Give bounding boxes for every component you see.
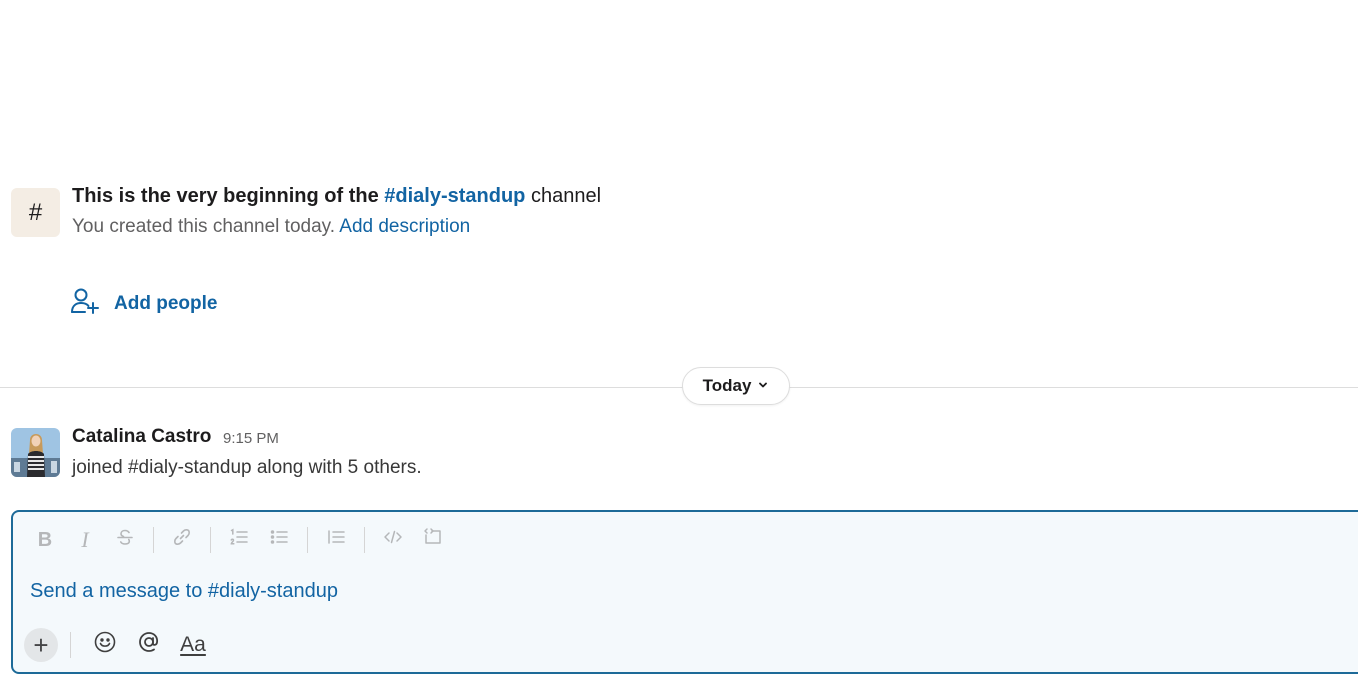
composer-actions-divider [70,632,71,658]
attach-button[interactable]: + [24,628,58,662]
link-icon [172,527,192,553]
italic-button[interactable]: I [65,524,105,556]
channel-intro-subtitle: You created this channel today. Add desc… [72,216,470,238]
strikethrough-button[interactable] [105,524,145,556]
add-user-icon [70,286,100,322]
strikethrough-icon [115,527,135,553]
date-divider-line [0,387,1358,388]
intro-title-suffix: channel [530,185,602,207]
ordered-list-button[interactable] [219,524,259,556]
toolbar-divider [307,527,308,553]
channel-link[interactable]: #dialy-standup [384,185,525,207]
code-icon [383,527,403,553]
formatting-toolbar: B I [25,524,453,556]
message-input[interactable]: Send a message to #dialy-standup [30,580,338,603]
smile-icon [93,630,117,660]
channel-view: # This is the very beginning of the #dia… [0,0,1358,674]
toolbar-divider [153,527,154,553]
composer-actions: + Aa [24,628,215,662]
bulleted-list-icon [269,527,289,553]
message-text: joined #dialy-standup along with 5 other… [72,457,422,478]
message-timestamp[interactable]: 9:15 PM [223,430,279,447]
code-block-button[interactable] [413,524,453,556]
add-people-label: Add people [114,293,218,314]
add-people-button[interactable]: Add people [70,286,217,322]
bold-button[interactable]: B [25,524,65,556]
blockquote-button[interactable] [316,524,356,556]
message-composer: B I Send a message to #dialy-standup + A… [11,510,1358,674]
code-block-icon [423,527,443,553]
message-author[interactable]: Catalina Castro [72,426,211,448]
add-description-link[interactable]: Add description [339,216,470,237]
blockquote-icon [326,527,346,553]
emoji-button[interactable] [83,628,127,662]
intro-title-prefix: This is the very beginning of the [72,185,379,207]
mention-button[interactable] [127,628,171,662]
link-button[interactable] [162,524,202,556]
code-button[interactable] [373,524,413,556]
ordered-list-icon [229,527,249,553]
channel-hash-icon: # [11,188,60,237]
avatar[interactable] [11,428,60,477]
toolbar-divider [210,527,211,553]
at-sign-icon [137,630,161,660]
toolbar-divider [364,527,365,553]
bulleted-list-button[interactable] [259,524,299,556]
chevron-down-icon [757,376,769,396]
date-divider-button[interactable]: Today [682,367,790,405]
date-divider-label: Today [702,376,752,395]
formatting-toggle-button[interactable]: Aa [171,628,215,662]
channel-intro-title: This is the very beginning of the #dialy… [72,185,601,208]
intro-subtitle-text: You created this channel today. [72,216,336,237]
